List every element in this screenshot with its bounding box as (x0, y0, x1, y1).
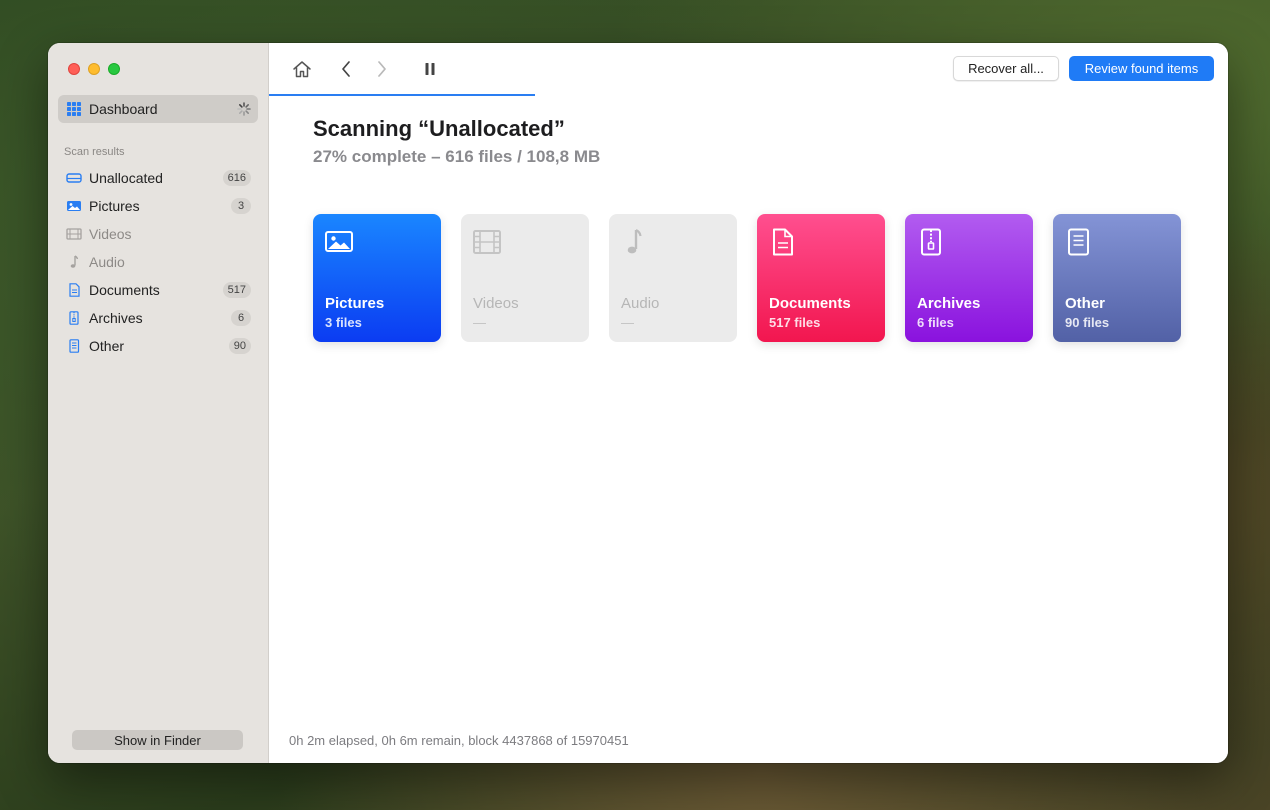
card-count: — (473, 315, 486, 330)
sidebar-item-label: Audio (89, 254, 125, 270)
main-content: Recover all... Review found items Scanni… (269, 43, 1228, 763)
sidebar: Dashboard Scan results Unallocated 616 P… (48, 43, 269, 763)
review-found-items-button[interactable]: Review found items (1069, 56, 1214, 81)
forward-button[interactable] (371, 59, 393, 79)
count-badge: 6 (231, 310, 251, 326)
recover-all-button[interactable]: Recover all... (953, 56, 1059, 81)
scan-status-text: 0h 2m elapsed, 0h 6m remain, block 44378… (289, 733, 629, 748)
pause-icon (425, 63, 435, 75)
sidebar-item-label: Videos (89, 226, 132, 242)
category-card-archives[interactable]: Archives 6 files (905, 214, 1033, 342)
sidebar-item-other[interactable]: Other 90 (58, 332, 258, 360)
sidebar-item-label: Pictures (89, 198, 140, 214)
archive-icon (69, 311, 79, 325)
picture-icon (67, 201, 81, 211)
sidebar-item-label: Unallocated (89, 170, 163, 186)
close-window-button[interactable] (68, 63, 80, 75)
back-button[interactable] (335, 59, 357, 79)
card-title: Pictures (325, 295, 385, 312)
music-note-icon (627, 229, 642, 254)
show-in-finder-button[interactable]: Show in Finder (72, 730, 243, 750)
sidebar-item-dashboard[interactable]: Dashboard (58, 95, 258, 123)
chevron-left-icon (342, 61, 350, 77)
minimize-window-button[interactable] (88, 63, 100, 75)
page-title: Scanning “Unallocated” (313, 116, 565, 141)
film-icon (66, 228, 82, 240)
card-title: Archives (917, 295, 981, 312)
other-file-icon (69, 339, 80, 353)
document-icon (69, 283, 80, 297)
sidebar-item-label: Documents (89, 282, 160, 298)
drive-icon (66, 173, 82, 183)
sidebar-item-label: Archives (89, 310, 143, 326)
category-card-audio: Audio — (609, 214, 737, 342)
card-count: 6 files (917, 315, 954, 330)
sidebar-item-audio[interactable]: Audio (58, 248, 258, 276)
sidebar-item-pictures[interactable]: Pictures 3 (58, 192, 258, 220)
picture-icon (325, 231, 353, 252)
sidebar-item-videos[interactable]: Videos (58, 220, 258, 248)
window-controls (68, 63, 120, 75)
document-icon (773, 228, 793, 256)
count-badge: 90 (228, 338, 251, 354)
category-card-videos: Videos — (461, 214, 589, 342)
card-title: Audio (621, 295, 660, 312)
grid-icon (67, 102, 81, 116)
card-count: 3 files (325, 315, 362, 330)
card-title: Videos (473, 295, 519, 312)
other-file-icon (1068, 228, 1089, 256)
music-note-icon (70, 255, 79, 268)
card-count: 90 files (1065, 315, 1110, 330)
home-button[interactable] (291, 59, 313, 79)
card-count: — (621, 315, 634, 330)
film-icon (473, 230, 501, 254)
chevron-right-icon (378, 61, 386, 77)
pause-button[interactable] (419, 59, 441, 79)
card-title: Other (1065, 295, 1106, 312)
card-count: 517 files (769, 315, 821, 330)
count-badge: 517 (222, 282, 251, 298)
category-card-pictures[interactable]: Pictures 3 files (313, 214, 441, 342)
archive-icon (921, 228, 941, 256)
count-badge: 3 (231, 198, 251, 214)
spinner-icon (237, 102, 251, 116)
card-title: Documents (769, 295, 851, 312)
sidebar-item-label: Dashboard (89, 101, 158, 117)
scan-results-heading: Scan results (64, 146, 125, 158)
category-card-documents[interactable]: Documents 517 files (757, 214, 885, 342)
home-icon (293, 61, 311, 78)
scan-progress-summary: 27% complete – 616 files / 108,8 MB (313, 147, 601, 166)
sidebar-item-documents[interactable]: Documents 517 (58, 276, 258, 304)
sidebar-item-archives[interactable]: Archives 6 (58, 304, 258, 332)
scan-progress-bar (269, 94, 535, 96)
sidebar-item-unallocated[interactable]: Unallocated 616 (58, 164, 258, 192)
app-window: Dashboard Scan results Unallocated 616 P… (48, 43, 1228, 763)
zoom-window-button[interactable] (108, 63, 120, 75)
count-badge: 616 (222, 170, 251, 186)
sidebar-item-label: Other (89, 338, 125, 354)
category-card-other[interactable]: Other 90 files (1053, 214, 1181, 342)
